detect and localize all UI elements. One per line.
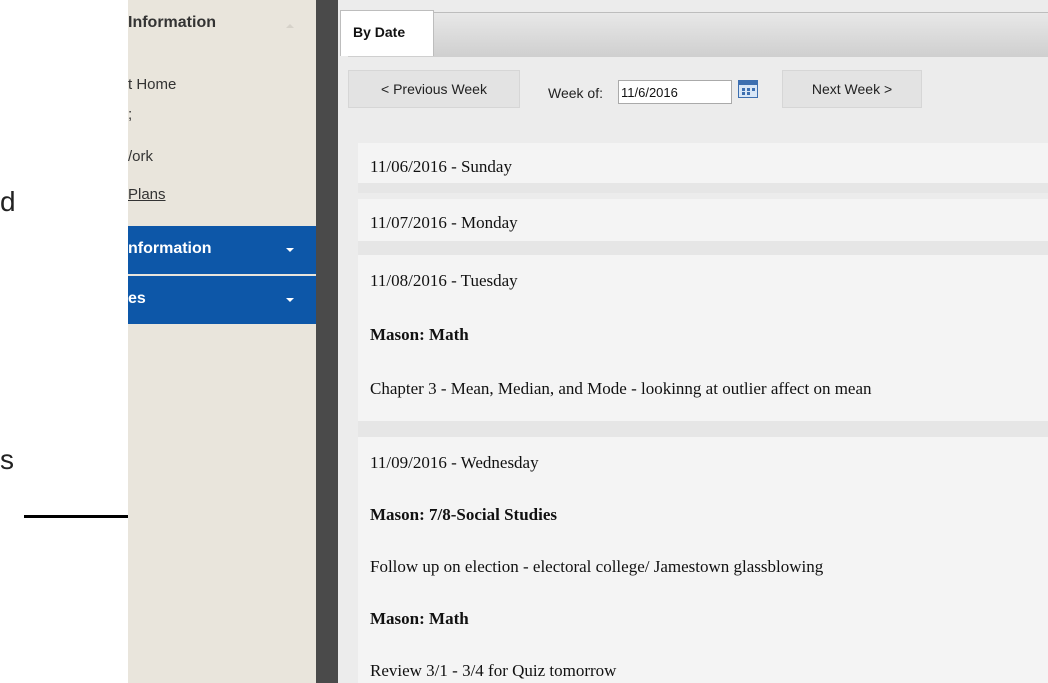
chevron-down-icon bbox=[286, 248, 294, 252]
sidebar-header[interactable]: Information bbox=[128, 14, 216, 32]
sidebar-section-information[interactable]: nformation bbox=[128, 226, 316, 274]
sidebar: Information t Home ; /ork Plans nformati… bbox=[128, 0, 316, 683]
row-gap bbox=[358, 421, 1048, 437]
chevron-up-icon bbox=[286, 24, 294, 28]
sidebar-section-label: nformation bbox=[128, 240, 212, 257]
tab-by-date[interactable]: By Date bbox=[340, 10, 434, 56]
next-week-button[interactable]: Next Week > bbox=[782, 70, 922, 108]
chevron-down-icon bbox=[286, 298, 294, 302]
sidebar-link-home[interactable]: t Home bbox=[128, 76, 176, 93]
row-gap bbox=[358, 241, 1048, 255]
day-header: 11/09/2016 - Wednesday bbox=[358, 437, 1048, 489]
lesson-text: Chapter 3 - Mean, Median, and Mode - loo… bbox=[358, 365, 1048, 421]
lesson-text: Follow up on election - electoral colleg… bbox=[358, 543, 1048, 595]
panel-divider[interactable] bbox=[316, 0, 338, 683]
lesson-text: Review 3/1 - 3/4 for Quiz tomorrow bbox=[358, 647, 1048, 683]
sidebar-link-plans[interactable]: Plans bbox=[128, 186, 166, 203]
week-date-input[interactable] bbox=[618, 80, 732, 104]
class-title: Mason: Math bbox=[358, 311, 1048, 365]
sidebar-section-es[interactable]: es bbox=[128, 276, 316, 324]
row-gap bbox=[358, 183, 1048, 193]
tab-strip bbox=[348, 12, 1048, 57]
calendar-icon[interactable] bbox=[738, 80, 758, 98]
cropped-text-s: s bbox=[0, 444, 14, 475]
main-panel: By Date < Previous Week Week of: Next We… bbox=[338, 0, 1048, 683]
sidebar-link-2[interactable]: ; bbox=[128, 106, 132, 123]
class-title: Mason: 7/8-Social Studies bbox=[358, 489, 1048, 543]
cropped-text-d: d bbox=[0, 186, 16, 217]
sidebar-link-work[interactable]: /ork bbox=[128, 148, 153, 165]
week-of-label: Week of: bbox=[548, 85, 603, 101]
day-header: 11/06/2016 - Sunday bbox=[358, 143, 1048, 183]
previous-week-button[interactable]: < Previous Week bbox=[348, 70, 520, 108]
class-title: Mason: Math bbox=[358, 595, 1048, 647]
day-header: 11/07/2016 - Monday bbox=[358, 199, 1048, 241]
sidebar-section-label: es bbox=[128, 290, 146, 307]
day-header: 11/08/2016 - Tuesday bbox=[358, 255, 1048, 311]
